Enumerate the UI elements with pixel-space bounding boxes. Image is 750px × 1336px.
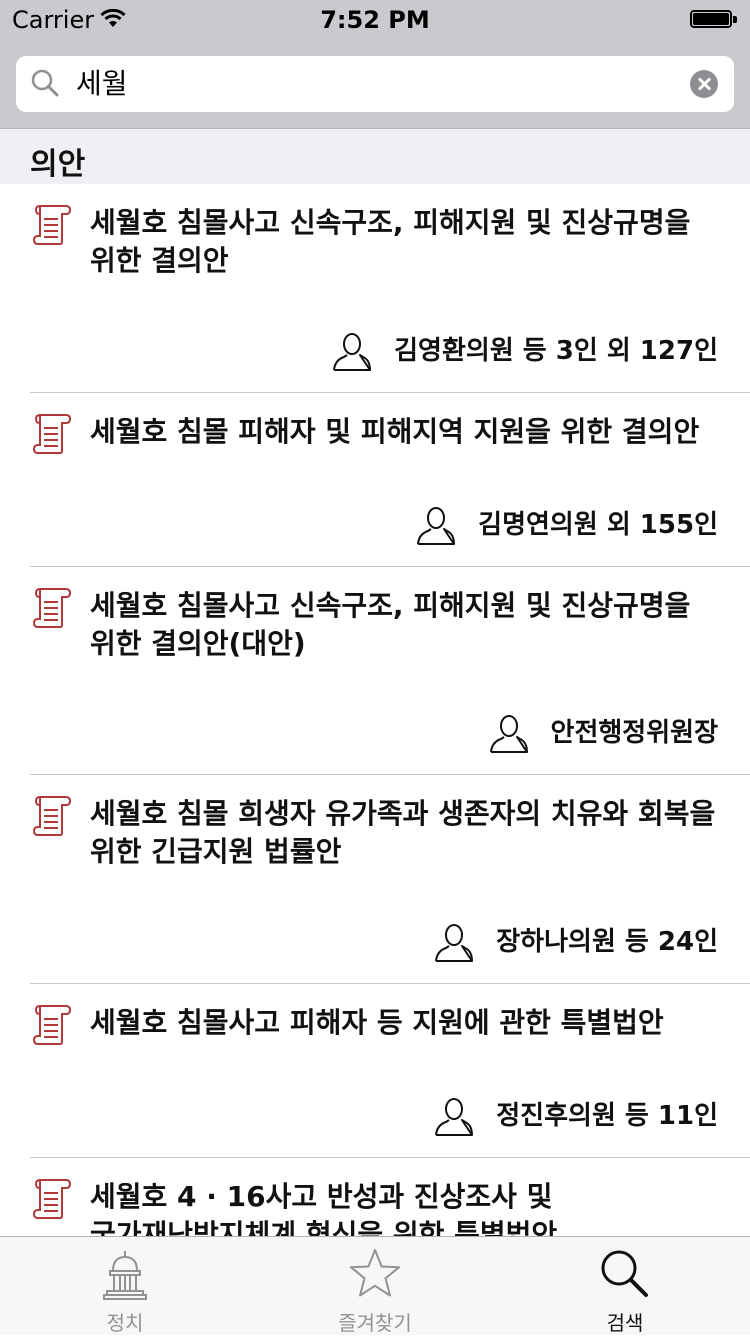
bill-title: 세월호 4 · 16사고 반성과 진상조사 및 국가재난방지체계 혁신을 위한 … bbox=[90, 1180, 558, 1236]
list-item[interactable]: 세월호 침몰사고 신속구조, 피해지원 및 진상규명을 위한 결의안김영환의원 … bbox=[0, 184, 750, 393]
status-time: 7:52 PM bbox=[320, 6, 430, 34]
star-icon bbox=[350, 1249, 400, 1297]
tab-label: 검색 bbox=[606, 1311, 644, 1335]
person-icon bbox=[434, 1096, 474, 1136]
bill-sponsor: 안전행정위원장 bbox=[550, 718, 718, 748]
tab-search[interactable]: 검색 bbox=[500, 1237, 750, 1335]
person-icon bbox=[434, 922, 474, 962]
bill-title: 세월호 침몰 희생자 유가족과 생존자의 치유와 회복을 위한 긴급지원 법률안 bbox=[90, 797, 716, 868]
document-icon bbox=[32, 1004, 72, 1046]
bill-sponsor: 장하나의원 등 24인 bbox=[496, 927, 718, 957]
bill-title: 세월호 침몰사고 신속구조, 피해지원 및 진상규명을 위한 결의안 bbox=[90, 206, 691, 277]
bill-title: 세월호 침몰 피해자 및 피해지역 지원을 위한 결의안 bbox=[90, 415, 700, 448]
list-item[interactable]: 세월호 침몰사고 신속구조, 피해지원 및 진상규명을 위한 결의안(대안) 안전… bbox=[0, 567, 750, 775]
tab-bar: 정치 즐겨찾기 검색 bbox=[0, 1236, 750, 1335]
bill-sponsor: 김명연의원 외 155인 bbox=[478, 510, 718, 540]
bill-sponsor: 김영환의원 등 3인 외 127인 bbox=[394, 336, 718, 366]
search-icon bbox=[601, 1250, 648, 1297]
section-header: 의안 bbox=[0, 129, 750, 184]
list-item[interactable]: 세월호 침몰 피해자 및 피해지역 지원을 위한 결의안김명연의원 외 155인 bbox=[0, 393, 750, 567]
document-icon bbox=[32, 587, 72, 629]
battery-icon bbox=[690, 10, 738, 30]
document-icon bbox=[32, 204, 72, 246]
search-bar: 세월 bbox=[0, 40, 750, 129]
person-icon bbox=[332, 331, 372, 371]
capitol-icon bbox=[103, 1251, 147, 1300]
person-icon bbox=[416, 505, 456, 545]
list-item[interactable]: 세월호 4 · 16사고 반성과 진상조사 및 국가재난방지체계 혁신을 위한 … bbox=[0, 1158, 750, 1236]
tab-politics[interactable]: 정치 bbox=[0, 1237, 250, 1335]
search-icon bbox=[31, 69, 59, 97]
tab-label: 즐겨찾기 bbox=[338, 1311, 412, 1335]
list-item[interactable]: 세월호 침몰사고 피해자 등 지원에 관한 특별법안정진후의원 등 11인 bbox=[0, 984, 750, 1158]
document-icon bbox=[32, 1178, 72, 1220]
search-input-value[interactable]: 세월 bbox=[76, 66, 676, 102]
person-icon bbox=[489, 713, 529, 753]
tab-favorites[interactable]: 즐겨찾기 bbox=[250, 1237, 500, 1335]
tab-label: 정치 bbox=[106, 1311, 144, 1335]
document-icon bbox=[32, 413, 72, 455]
document-icon bbox=[32, 795, 72, 837]
bill-title: 세월호 침몰사고 피해자 등 지원에 관한 특별법안 bbox=[90, 1006, 664, 1039]
list-item[interactable]: 세월호 침몰 희생자 유가족과 생존자의 치유와 회복을 위한 긴급지원 법률안… bbox=[0, 775, 750, 984]
clear-icon[interactable] bbox=[690, 70, 718, 98]
bill-sponsor: 정진후의원 등 11인 bbox=[496, 1101, 718, 1131]
results-list[interactable]: 세월호 침몰사고 신속구조, 피해지원 및 진상규명을 위한 결의안김영환의원 … bbox=[0, 184, 750, 1236]
section-title: 의안 bbox=[30, 147, 86, 182]
search-input[interactable]: 세월 bbox=[16, 56, 734, 112]
status-bar: Carrier 7:52 PM bbox=[0, 0, 750, 40]
bill-title: 세월호 침몰사고 신속구조, 피해지원 및 진상규명을 위한 결의안(대안) bbox=[90, 589, 691, 660]
